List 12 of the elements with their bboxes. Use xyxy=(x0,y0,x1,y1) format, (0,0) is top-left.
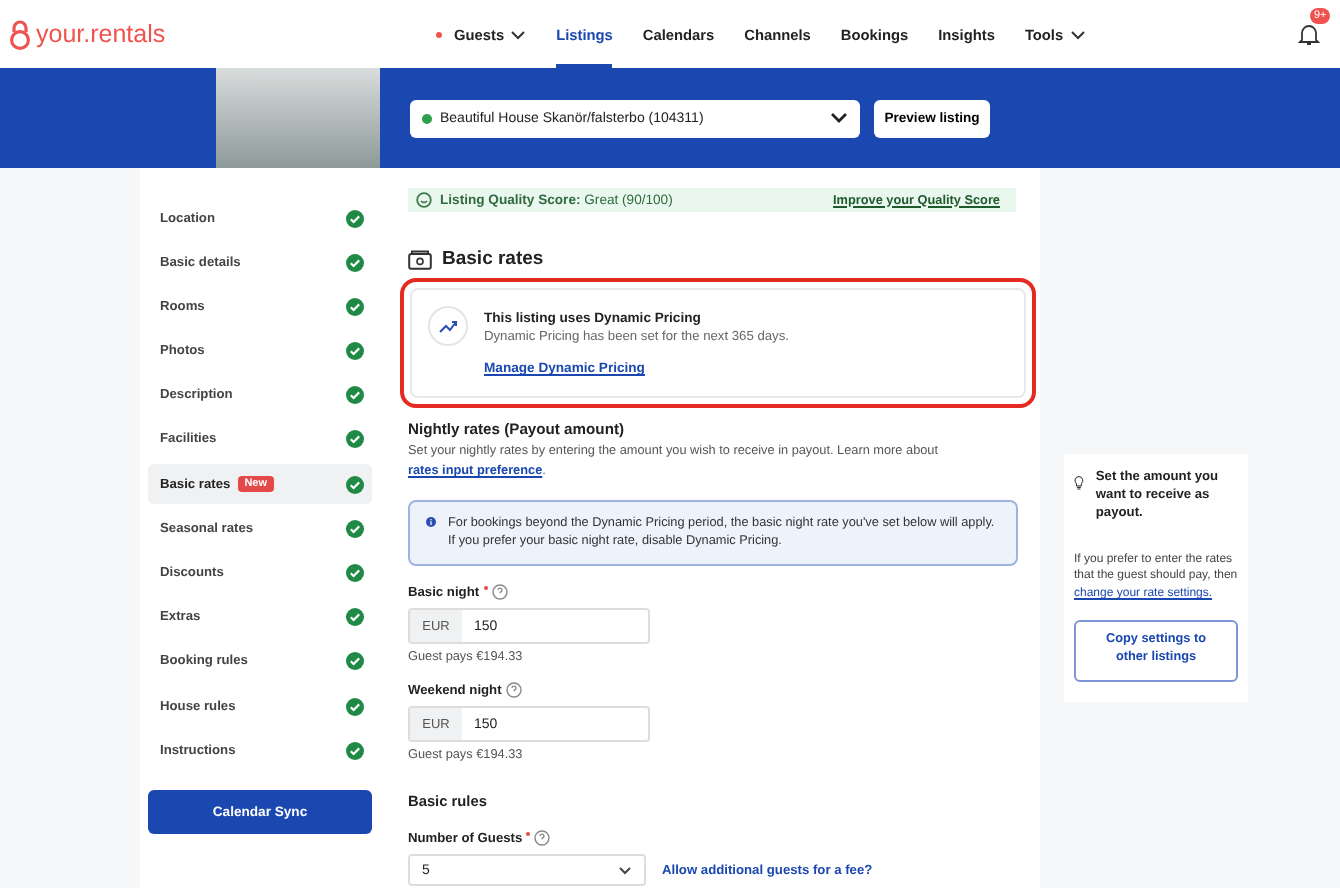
help-icon[interactable] xyxy=(491,584,508,601)
info-icon xyxy=(426,513,436,530)
smiley-icon xyxy=(416,192,432,208)
bell-icon[interactable] xyxy=(1298,22,1320,46)
trend-up-icon xyxy=(428,306,468,346)
help-icon[interactable] xyxy=(534,830,551,847)
chevron-down-icon xyxy=(618,865,632,876)
section-title: Basic rates xyxy=(442,248,544,270)
lock-logo-icon xyxy=(8,19,32,49)
money-icon xyxy=(408,249,432,269)
help-icon[interactable] xyxy=(505,682,522,699)
chevron-down-icon xyxy=(830,112,848,124)
